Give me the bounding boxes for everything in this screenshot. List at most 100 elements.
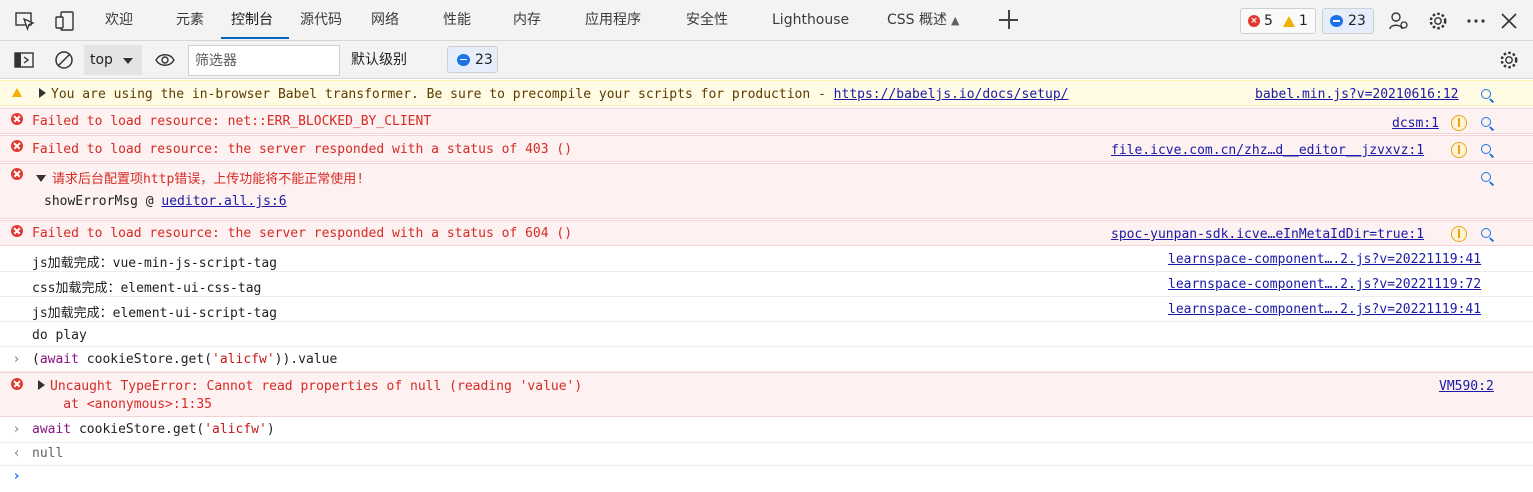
console-error-row: Failed to load resource: the server resp… bbox=[0, 135, 1533, 162]
expand-triangle-icon[interactable] bbox=[38, 380, 45, 390]
error-source-link[interactable]: VM590:2 bbox=[1439, 379, 1494, 394]
active-tab-indicator bbox=[221, 37, 289, 39]
log-source-link[interactable]: learnspace-component….2.js?v=20221119:41 bbox=[1168, 252, 1481, 267]
console-log-row: js加载完成：element-ui-script-tag learnspace-… bbox=[0, 297, 1533, 322]
error-counter: × 5 bbox=[1248, 13, 1273, 29]
tab-application[interactable]: 应用程序 bbox=[585, 0, 641, 40]
babel-docs-link[interactable]: https://babeljs.io/docs/setup/ bbox=[834, 87, 1069, 102]
console-input-row: › (await cookieStore.get('alicfw')).valu… bbox=[0, 347, 1533, 372]
expr-call: cookieStore.get( bbox=[71, 422, 205, 437]
error-source-link[interactable]: file.icve.com.cn/zhz…d__editor__jzvxvz:1 bbox=[1111, 143, 1424, 158]
console-toolbar: top 默认级别 23 bbox=[0, 41, 1533, 102]
error-source-link[interactable]: dcsm:1 bbox=[1392, 116, 1439, 131]
tab-memory[interactable]: 内存 bbox=[513, 0, 541, 40]
device-emulation-icon[interactable] bbox=[52, 8, 78, 34]
error-count: 5 bbox=[1264, 13, 1273, 29]
toolbar-messages-counter[interactable]: 23 bbox=[447, 46, 498, 73]
context-select[interactable]: top bbox=[84, 45, 142, 75]
warning-counter: 1 bbox=[1282, 13, 1308, 29]
expr-string: 'alicfw' bbox=[204, 422, 267, 437]
gear-icon[interactable] bbox=[1425, 8, 1451, 34]
blocked-request-icon[interactable] bbox=[1451, 142, 1467, 158]
tab-css-overview-label: CSS 概述 bbox=[887, 12, 947, 28]
result-value: null bbox=[32, 446, 64, 461]
expr-paren: ( bbox=[32, 352, 40, 367]
more-options-icon[interactable] bbox=[1463, 8, 1489, 34]
console-error-row: Failed to load resource: net::ERR_BLOCKE… bbox=[0, 108, 1533, 134]
tab-network[interactable]: 网络 bbox=[371, 0, 399, 40]
live-expression-eye-icon[interactable] bbox=[152, 47, 178, 73]
blocked-request-icon[interactable] bbox=[1451, 226, 1467, 242]
expr-keyword: await bbox=[32, 422, 72, 437]
tab-welcome[interactable]: 欢迎 bbox=[105, 0, 133, 40]
tab-elements[interactable]: 元素 bbox=[176, 0, 204, 40]
customize-icon[interactable] bbox=[1386, 8, 1412, 34]
expr-tail: ) bbox=[266, 422, 275, 437]
error-icon: × bbox=[1248, 15, 1260, 27]
prompt-chevron-icon: › bbox=[14, 469, 20, 484]
add-tab-icon[interactable] bbox=[996, 7, 1022, 33]
console-settings-gear-icon[interactable] bbox=[1496, 47, 1522, 73]
warning-text: You are using the in-browser Babel trans… bbox=[51, 87, 834, 102]
inspect-element-icon[interactable] bbox=[12, 8, 38, 34]
error-message: 请求后台配置项http错误，上传功能将不能正常使用! bbox=[36, 168, 364, 187]
expr-tail: )).value bbox=[274, 352, 338, 367]
input-expression: await cookieStore.get('alicfw') bbox=[32, 422, 275, 437]
console-error-row: Failed to load resource: the server resp… bbox=[0, 220, 1533, 246]
error-stack-line: at <anonymous>:1:35 bbox=[32, 397, 213, 412]
expand-triangle-icon[interactable] bbox=[39, 88, 46, 98]
log-source-link[interactable]: learnspace-component….2.js?v=20221119:72 bbox=[1168, 277, 1481, 292]
warning-source-link[interactable]: babel.min.js?v=20210616:12 bbox=[1255, 87, 1459, 102]
console-log-row: do play bbox=[0, 322, 1533, 347]
chevron-left-icon: ‹ bbox=[14, 446, 20, 461]
error-icon bbox=[11, 113, 23, 125]
console-error-row: Uncaught TypeError: Cannot read properti… bbox=[0, 372, 1533, 417]
issue-counters[interactable]: × 5 1 bbox=[1240, 8, 1316, 34]
expr-call: cookieStore.get( bbox=[78, 352, 213, 367]
error-icon bbox=[11, 225, 23, 237]
error-text: 请求后台配置项http错误，上传功能将不能正常使用! bbox=[52, 172, 365, 187]
stack-function: showErrorMsg @ bbox=[44, 194, 162, 209]
console-warning-row: You are using the in-browser Babel trans… bbox=[0, 80, 1533, 106]
tab-performance[interactable]: 性能 bbox=[443, 0, 471, 40]
search-icon[interactable] bbox=[1480, 116, 1494, 130]
search-icon[interactable] bbox=[1480, 171, 1494, 185]
experiment-flask-icon: ▲ bbox=[951, 14, 960, 27]
message-count: 23 bbox=[1348, 13, 1366, 29]
collapse-triangle-icon[interactable] bbox=[36, 175, 46, 182]
tab-css-overview[interactable]: CSS 概述 ▲ bbox=[887, 0, 959, 40]
console-input-row: › await cookieStore.get('alicfw') bbox=[0, 418, 1533, 443]
stack-source-link[interactable]: ueditor.all.js:6 bbox=[161, 194, 286, 209]
tab-lighthouse[interactable]: Lighthouse bbox=[772, 0, 849, 40]
expr-keyword: await bbox=[39, 352, 79, 367]
console-result-row: ‹ null bbox=[0, 443, 1533, 466]
chevron-right-icon: › bbox=[14, 422, 20, 437]
console-log-row: css加载完成：element-ui-css-tag learnspace-co… bbox=[0, 272, 1533, 297]
error-icon bbox=[11, 378, 23, 390]
messages-counter[interactable]: 23 bbox=[1322, 8, 1374, 34]
console-messages: You are using the in-browser Babel trans… bbox=[0, 80, 1533, 492]
search-icon[interactable] bbox=[1480, 143, 1494, 157]
log-level-select[interactable]: 默认级别 bbox=[351, 45, 407, 75]
tab-security[interactable]: 安全性 bbox=[686, 0, 728, 40]
search-icon[interactable] bbox=[1480, 88, 1494, 102]
error-message: Failed to load resource: the server resp… bbox=[32, 226, 573, 241]
console-log-row: js加载完成：vue-min-js-script-tag learnspace-… bbox=[0, 247, 1533, 272]
tab-sources[interactable]: 源代码 bbox=[300, 0, 342, 40]
show-sidebar-icon[interactable] bbox=[11, 47, 37, 73]
clear-console-icon[interactable] bbox=[51, 47, 77, 73]
input-expression: (await cookieStore.get('alicfw')).value bbox=[32, 352, 337, 367]
filter-input[interactable] bbox=[188, 45, 340, 76]
tab-console[interactable]: 控制台 bbox=[231, 0, 273, 40]
blocked-request-icon[interactable] bbox=[1451, 115, 1467, 131]
log-message: do play bbox=[32, 328, 87, 343]
search-icon[interactable] bbox=[1480, 227, 1494, 241]
error-source-link[interactable]: spoc-yunpan-sdk.icve…eInMetaIdDir=true:1 bbox=[1111, 227, 1424, 242]
error-message: Uncaught TypeError: Cannot read properti… bbox=[38, 379, 582, 394]
close-icon[interactable] bbox=[1496, 8, 1522, 34]
log-source-link[interactable]: learnspace-component….2.js?v=20221119:41 bbox=[1168, 302, 1481, 317]
console-prompt[interactable]: › bbox=[0, 466, 1533, 490]
chevron-right-icon: › bbox=[14, 352, 20, 367]
expr-string: 'alicfw' bbox=[212, 352, 275, 367]
devtools-tabbar: 欢迎 元素 控制台 源代码 网络 性能 内存 应用程序 安全性 Lighthou… bbox=[0, 0, 1533, 41]
